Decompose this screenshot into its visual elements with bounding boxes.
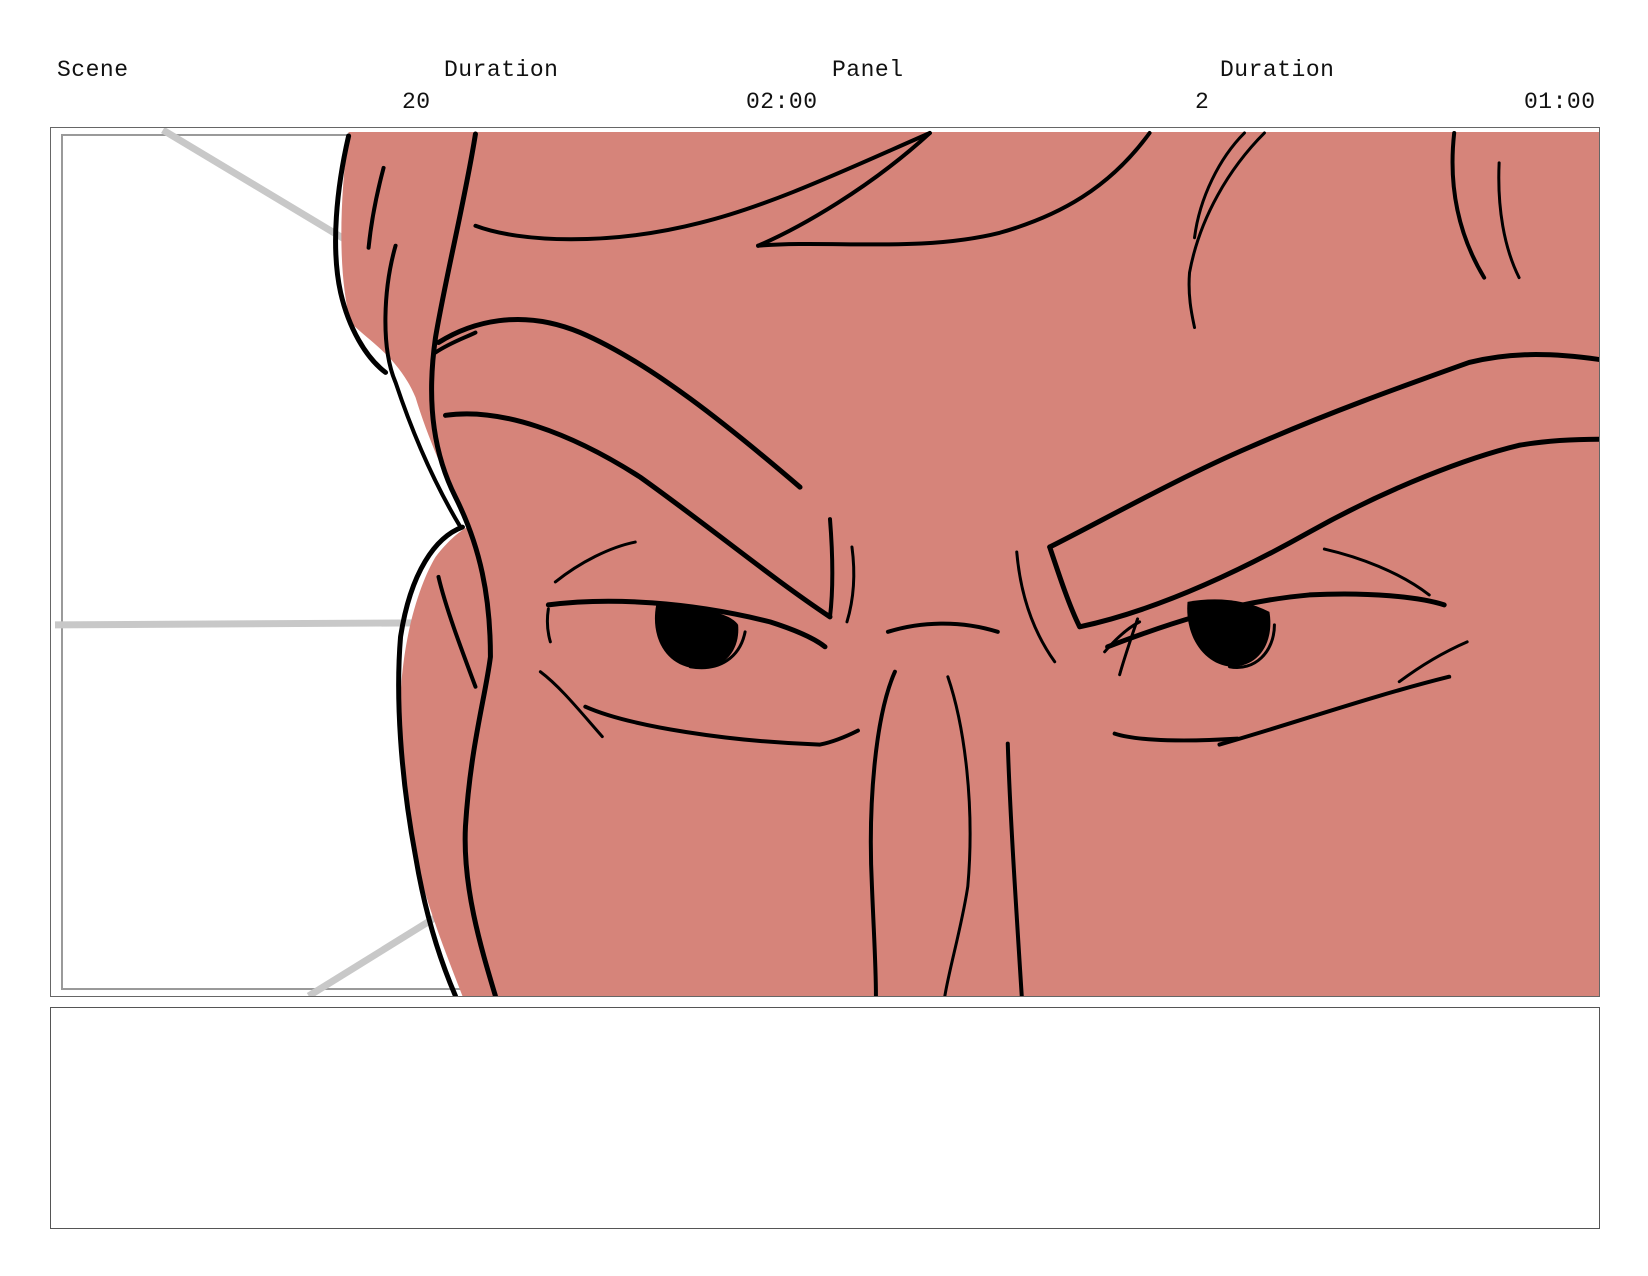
panel-duration-label: Duration [1220,57,1335,83]
storyboard-panel [50,127,1600,997]
scene-label: Scene [57,57,129,83]
scene-duration-label: Duration [444,57,559,83]
panel-notes-text [51,1008,1599,1032]
scene-duration-value: 02:00 [746,89,818,115]
panel-duration-value: 01:00 [1524,89,1596,115]
scene-number: 20 [402,89,431,115]
panel-notes-box[interactable] [50,1007,1600,1229]
panel-number: 2 [1195,89,1210,115]
panel-label: Panel [832,57,904,83]
panel-drawing [54,128,1599,996]
